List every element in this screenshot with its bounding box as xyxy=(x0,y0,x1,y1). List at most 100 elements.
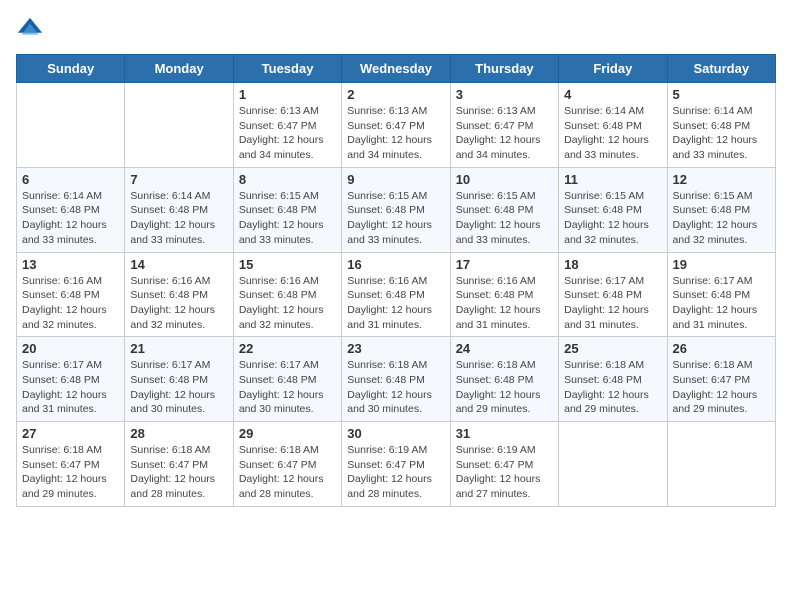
day-number: 23 xyxy=(347,341,444,356)
day-number: 16 xyxy=(347,257,444,272)
day-number: 26 xyxy=(673,341,770,356)
day-info: Sunrise: 6:13 AM Sunset: 6:47 PM Dayligh… xyxy=(239,104,336,163)
calendar-cell xyxy=(125,83,233,168)
calendar-cell: 1 Sunrise: 6:13 AM Sunset: 6:47 PM Daylig… xyxy=(233,83,341,168)
day-number: 22 xyxy=(239,341,336,356)
calendar-cell: 5 Sunrise: 6:14 AM Sunset: 6:48 PM Daylig… xyxy=(667,83,775,168)
day-info: Sunrise: 6:16 AM Sunset: 6:48 PM Dayligh… xyxy=(22,274,119,333)
day-number: 13 xyxy=(22,257,119,272)
calendar-cell: 2Sunrise: 6:13 AM Sunset: 6:47 PM Daylig… xyxy=(342,83,450,168)
calendar-cell: 19 Sunrise: 6:17 AM Sunset: 6:48 PM Dayli… xyxy=(667,252,775,337)
weekday-header: Saturday xyxy=(667,55,775,83)
day-info: Sunrise: 6:19 AM Sunset: 6:47 PM Dayligh… xyxy=(347,443,444,502)
calendar-week-row: 13 Sunrise: 6:16 AM Sunset: 6:48 PM Dayli… xyxy=(17,252,776,337)
calendar-cell: 17 Sunrise: 6:16 AM Sunset: 6:48 PM Dayli… xyxy=(450,252,558,337)
day-number: 19 xyxy=(673,257,770,272)
day-info: Sunrise: 6:17 AM Sunset: 6:48 PM Dayligh… xyxy=(22,358,119,417)
day-info: Sunrise: 6:18 AM Sunset: 6:47 PM Dayligh… xyxy=(22,443,119,502)
day-info: Sunrise: 6:15 AM Sunset: 6:48 PM Dayligh… xyxy=(347,189,444,248)
day-number: 29 xyxy=(239,426,336,441)
day-info: Sunrise: 6:16 AM Sunset: 6:48 PM Dayligh… xyxy=(347,274,444,333)
day-info: Sunrise: 6:18 AM Sunset: 6:48 PM Dayligh… xyxy=(456,358,553,417)
calendar-header-row: SundayMondayTuesdayWednesdayThursdayFrid… xyxy=(17,55,776,83)
calendar-cell: 18 Sunrise: 6:17 AM Sunset: 6:48 PM Dayli… xyxy=(559,252,667,337)
day-number: 2 xyxy=(347,87,444,102)
day-number: 27 xyxy=(22,426,119,441)
calendar-cell: 14Sunrise: 6:16 AM Sunset: 6:48 PM Dayli… xyxy=(125,252,233,337)
day-number: 4 xyxy=(564,87,661,102)
day-info: Sunrise: 6:17 AM Sunset: 6:48 PM Dayligh… xyxy=(673,274,770,333)
day-number: 5 xyxy=(673,87,770,102)
calendar-cell: 23 Sunrise: 6:18 AM Sunset: 6:48 PM Dayli… xyxy=(342,337,450,422)
day-number: 28 xyxy=(130,426,227,441)
day-number: 12 xyxy=(673,172,770,187)
day-number: 1 xyxy=(239,87,336,102)
day-number: 9 xyxy=(347,172,444,187)
calendar-cell: 24 Sunrise: 6:18 AM Sunset: 6:48 PM Dayli… xyxy=(450,337,558,422)
day-number: 6 xyxy=(22,172,119,187)
day-info: Sunrise: 6:16 AM Sunset: 6:48 PM Dayligh… xyxy=(456,274,553,333)
day-info: Sunrise: 6:17 AM Sunset: 6:48 PM Dayligh… xyxy=(239,358,336,417)
day-info: Sunrise: 6:17 AM Sunset: 6:48 PM Dayligh… xyxy=(564,274,661,333)
calendar-cell: 7 Sunrise: 6:14 AM Sunset: 6:48 PM Daylig… xyxy=(125,167,233,252)
calendar-cell: 6 Sunrise: 6:14 AM Sunset: 6:48 PM Daylig… xyxy=(17,167,125,252)
calendar-week-row: 20Sunrise: 6:17 AM Sunset: 6:48 PM Dayli… xyxy=(17,337,776,422)
calendar-cell: 16 Sunrise: 6:16 AM Sunset: 6:48 PM Dayli… xyxy=(342,252,450,337)
calendar-week-row: 1 Sunrise: 6:13 AM Sunset: 6:47 PM Daylig… xyxy=(17,83,776,168)
weekday-header: Thursday xyxy=(450,55,558,83)
day-info: Sunrise: 6:15 AM Sunset: 6:48 PM Dayligh… xyxy=(673,189,770,248)
calendar-cell: 11 Sunrise: 6:15 AM Sunset: 6:48 PM Dayli… xyxy=(559,167,667,252)
day-number: 15 xyxy=(239,257,336,272)
calendar-cell: 15 Sunrise: 6:16 AM Sunset: 6:48 PM Dayli… xyxy=(233,252,341,337)
calendar-cell: 29Sunrise: 6:18 AM Sunset: 6:47 PM Dayli… xyxy=(233,422,341,507)
day-number: 24 xyxy=(456,341,553,356)
calendar-cell: 21Sunrise: 6:17 AM Sunset: 6:48 PM Dayli… xyxy=(125,337,233,422)
weekday-header: Friday xyxy=(559,55,667,83)
day-number: 3 xyxy=(456,87,553,102)
calendar-cell: 25 Sunrise: 6:18 AM Sunset: 6:48 PM Dayli… xyxy=(559,337,667,422)
day-number: 10 xyxy=(456,172,553,187)
calendar-cell: 27 Sunrise: 6:18 AM Sunset: 6:47 PM Dayli… xyxy=(17,422,125,507)
day-info: Sunrise: 6:15 AM Sunset: 6:48 PM Dayligh… xyxy=(239,189,336,248)
calendar-cell xyxy=(17,83,125,168)
day-number: 25 xyxy=(564,341,661,356)
day-info: Sunrise: 6:14 AM Sunset: 6:48 PM Dayligh… xyxy=(673,104,770,163)
day-info: Sunrise: 6:18 AM Sunset: 6:48 PM Dayligh… xyxy=(564,358,661,417)
logo xyxy=(16,16,48,44)
weekday-header: Sunday xyxy=(17,55,125,83)
day-info: Sunrise: 6:19 AM Sunset: 6:47 PM Dayligh… xyxy=(456,443,553,502)
logo-icon xyxy=(16,16,44,44)
calendar-cell: 22 Sunrise: 6:17 AM Sunset: 6:48 PM Dayli… xyxy=(233,337,341,422)
calendar-cell xyxy=(667,422,775,507)
calendar-cell: 31Sunrise: 6:19 AM Sunset: 6:47 PM Dayli… xyxy=(450,422,558,507)
day-info: Sunrise: 6:15 AM Sunset: 6:48 PM Dayligh… xyxy=(456,189,553,248)
day-number: 8 xyxy=(239,172,336,187)
day-info: Sunrise: 6:16 AM Sunset: 6:48 PM Dayligh… xyxy=(130,274,227,333)
day-info: Sunrise: 6:18 AM Sunset: 6:48 PM Dayligh… xyxy=(347,358,444,417)
day-number: 17 xyxy=(456,257,553,272)
calendar-cell: 8 Sunrise: 6:15 AM Sunset: 6:48 PM Daylig… xyxy=(233,167,341,252)
calendar-cell: 26Sunrise: 6:18 AM Sunset: 6:47 PM Dayli… xyxy=(667,337,775,422)
calendar-cell: 30Sunrise: 6:19 AM Sunset: 6:47 PM Dayli… xyxy=(342,422,450,507)
calendar-week-row: 6 Sunrise: 6:14 AM Sunset: 6:48 PM Daylig… xyxy=(17,167,776,252)
calendar: SundayMondayTuesdayWednesdayThursdayFrid… xyxy=(16,54,776,507)
calendar-cell: 13 Sunrise: 6:16 AM Sunset: 6:48 PM Dayli… xyxy=(17,252,125,337)
calendar-cell: 3 Sunrise: 6:13 AM Sunset: 6:47 PM Daylig… xyxy=(450,83,558,168)
day-info: Sunrise: 6:13 AM Sunset: 6:47 PM Dayligh… xyxy=(456,104,553,163)
day-info: Sunrise: 6:14 AM Sunset: 6:48 PM Dayligh… xyxy=(130,189,227,248)
day-info: Sunrise: 6:14 AM Sunset: 6:48 PM Dayligh… xyxy=(22,189,119,248)
day-info: Sunrise: 6:14 AM Sunset: 6:48 PM Dayligh… xyxy=(564,104,661,163)
calendar-week-row: 27 Sunrise: 6:18 AM Sunset: 6:47 PM Dayli… xyxy=(17,422,776,507)
calendar-cell: 9 Sunrise: 6:15 AM Sunset: 6:48 PM Daylig… xyxy=(342,167,450,252)
calendar-cell: 4 Sunrise: 6:14 AM Sunset: 6:48 PM Daylig… xyxy=(559,83,667,168)
day-number: 7 xyxy=(130,172,227,187)
day-number: 11 xyxy=(564,172,661,187)
day-info: Sunrise: 6:15 AM Sunset: 6:48 PM Dayligh… xyxy=(564,189,661,248)
weekday-header: Monday xyxy=(125,55,233,83)
calendar-cell: 28Sunrise: 6:18 AM Sunset: 6:47 PM Dayli… xyxy=(125,422,233,507)
day-info: Sunrise: 6:16 AM Sunset: 6:48 PM Dayligh… xyxy=(239,274,336,333)
weekday-header: Tuesday xyxy=(233,55,341,83)
day-number: 18 xyxy=(564,257,661,272)
calendar-cell: 20Sunrise: 6:17 AM Sunset: 6:48 PM Dayli… xyxy=(17,337,125,422)
calendar-cell xyxy=(559,422,667,507)
